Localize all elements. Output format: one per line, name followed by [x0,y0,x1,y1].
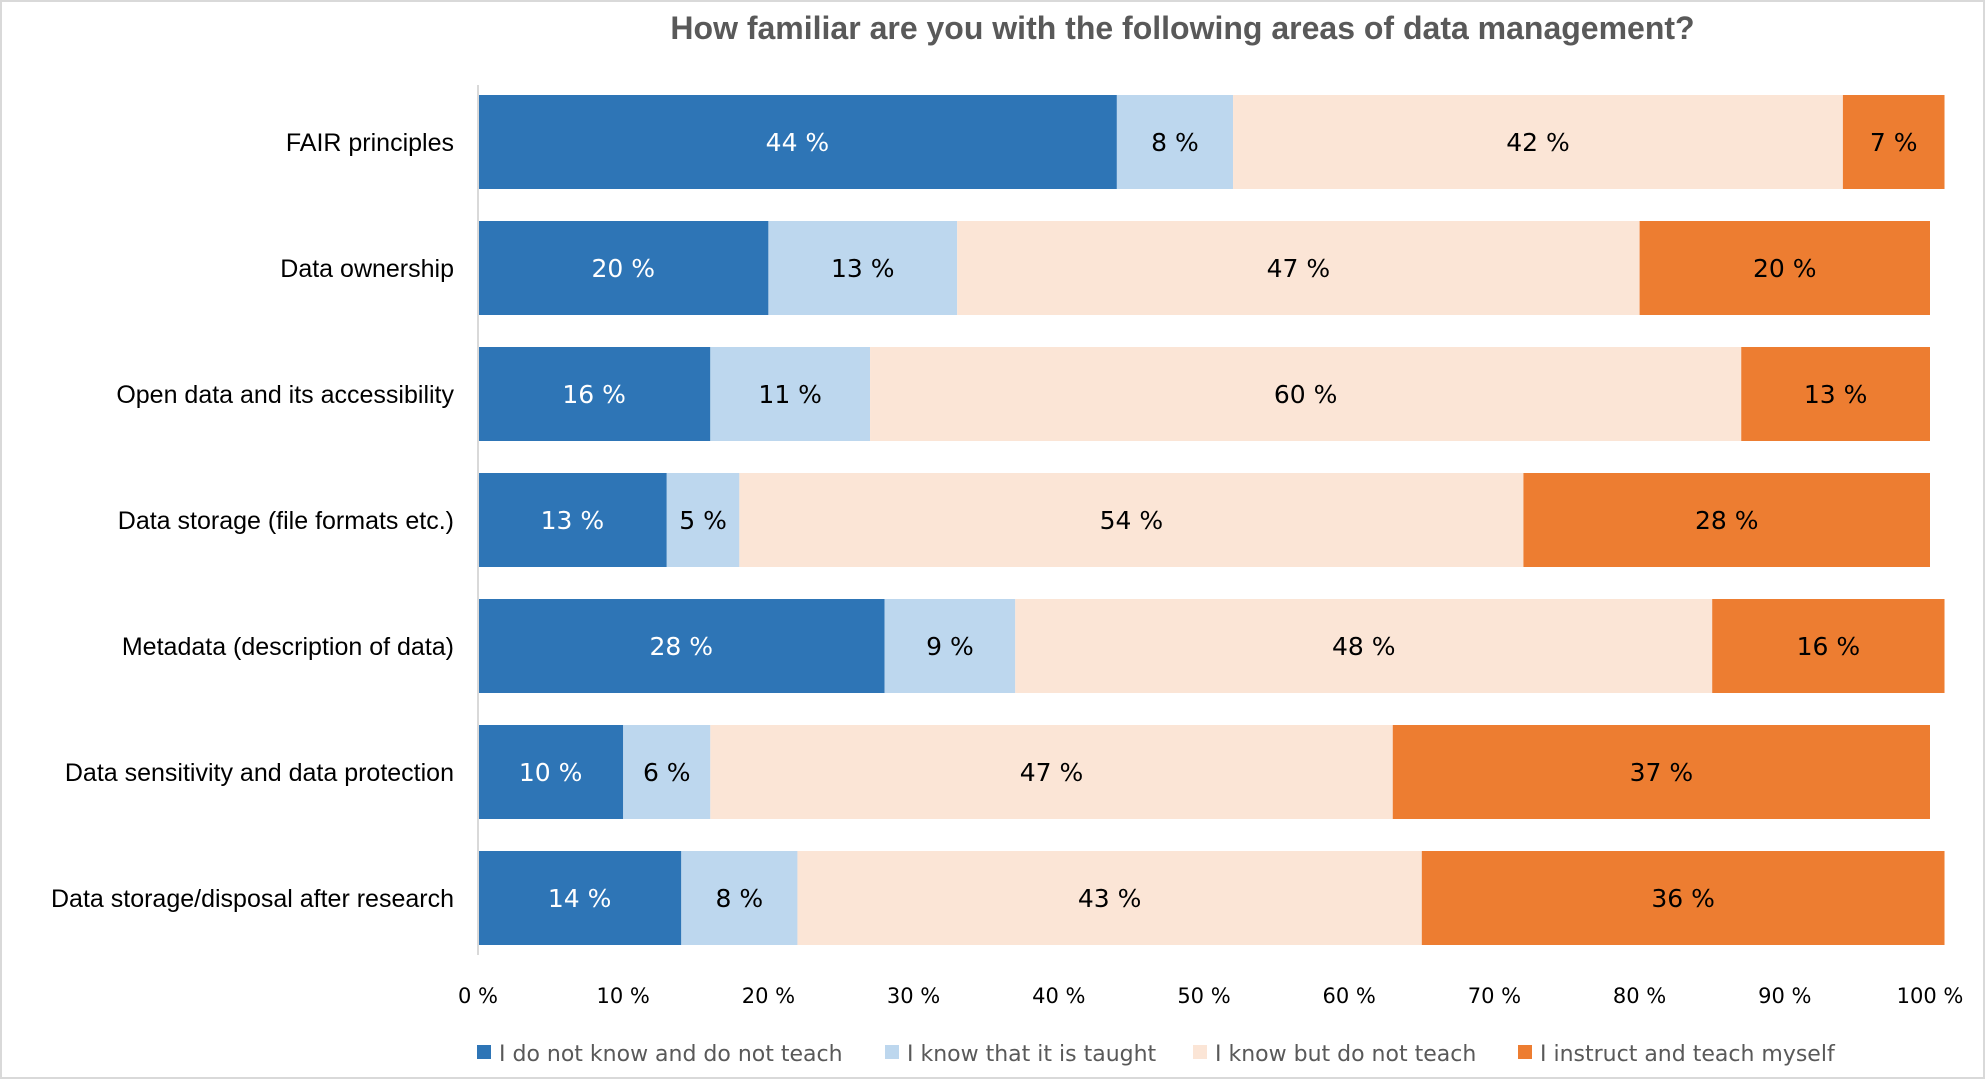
bar-row: 13 % 5 % 54 % 28 % [478,473,1930,567]
data-label: 7 % [1870,128,1918,157]
data-label: 44 % [766,128,830,157]
x-tick-label: 10 % [597,984,650,1008]
data-label: 16 % [562,380,626,409]
category-label: Data storage/disposal after research [51,885,454,913]
data-label: 47 % [1267,254,1331,283]
category-label: Data storage (file formats etc.) [118,507,454,535]
x-tick-labels: 0 % 10 % 20 % 30 % 40 % 50 % 60 % 70 % 80 % 90 % 1… [458,984,1963,1008]
data-label: 10 % [519,758,583,787]
x-tick-label: 90 % [1758,984,1811,1008]
data-label: 5 % [679,506,727,535]
x-tick-label: 70 % [1468,984,1521,1008]
bar-row: 44 % 8 % 42 % 7 % [478,95,1945,189]
data-label: 47 % [1020,758,1084,787]
data-label: 13 % [541,506,605,535]
data-label: 42 % [1506,128,1570,157]
bar-row: 28 % 9 % 48 % 16 % [478,599,1945,693]
legend-swatch [885,1045,899,1059]
data-label: 60 % [1274,380,1338,409]
bars-group: 44 % 8 % 42 % 7 % 20 % 13 % 47 % 20 % 16 % 11 % 60… [478,95,1945,945]
legend-label: I know that it is taught [907,1042,1157,1067]
bar-row: 16 % 11 % 60 % 13 % [478,347,1930,441]
data-label: 48 % [1332,632,1396,661]
x-tick-label: 40 % [1032,984,1085,1008]
bar-row: 14 % 8 % 43 % 36 % [478,851,1945,945]
category-labels: FAIR principles Data ownership Open data a… [51,129,454,913]
legend-item: I know but do not teach [1193,1042,1476,1067]
legend-swatch [1518,1045,1532,1059]
data-label: 28 % [1695,506,1759,535]
category-label: Data sensitivity and data protection [65,759,454,787]
legend-swatch [477,1045,491,1059]
data-label: 6 % [643,758,691,787]
stacked-bar-chart: 44 % 8 % 42 % 7 % 20 % 13 % 47 % 20 % 16 % 11 % 60… [51,85,1963,1067]
legend-item: I instruct and teach myself [1518,1042,1836,1067]
x-tick-label: 100 % [1897,984,1964,1008]
data-label: 11 % [758,380,822,409]
data-label: 13 % [831,254,895,283]
data-label: 8 % [1151,128,1199,157]
x-tick-label: 60 % [1323,984,1376,1008]
bar-row: 10 % 6 % 47 % 37 % [478,725,1930,819]
x-tick-label: 0 % [458,984,498,1008]
legend-label: I know but do not teach [1215,1042,1476,1067]
category-label: Data ownership [280,255,454,283]
legend-swatch [1193,1045,1207,1059]
legend: I do not know and do not teach I know tha… [477,1042,1836,1067]
data-label: 28 % [650,632,714,661]
data-label: 37 % [1630,758,1694,787]
legend-item: I do not know and do not teach [477,1042,843,1067]
legend-item: I know that it is taught [885,1042,1157,1067]
bar-row: 20 % 13 % 47 % 20 % [478,221,1930,315]
legend-label: I instruct and teach myself [1540,1042,1836,1067]
data-label: 9 % [926,632,974,661]
data-label: 14 % [548,884,612,913]
data-label: 13 % [1804,380,1868,409]
x-tick-label: 50 % [1177,984,1230,1008]
legend-label: I do not know and do not teach [499,1042,843,1067]
x-tick-label: 30 % [887,984,940,1008]
data-label: 16 % [1797,632,1861,661]
data-label: 43 % [1078,884,1142,913]
data-label: 54 % [1100,506,1164,535]
x-tick-label: 80 % [1613,984,1666,1008]
data-label: 36 % [1651,884,1715,913]
data-label: 20 % [1753,254,1817,283]
category-label: FAIR principles [286,129,454,157]
category-label: Metadata (description of data) [122,633,454,661]
data-label: 20 % [591,254,655,283]
data-label: 8 % [716,884,764,913]
x-tick-label: 20 % [742,984,795,1008]
category-label: Open data and its accessibility [116,381,454,409]
